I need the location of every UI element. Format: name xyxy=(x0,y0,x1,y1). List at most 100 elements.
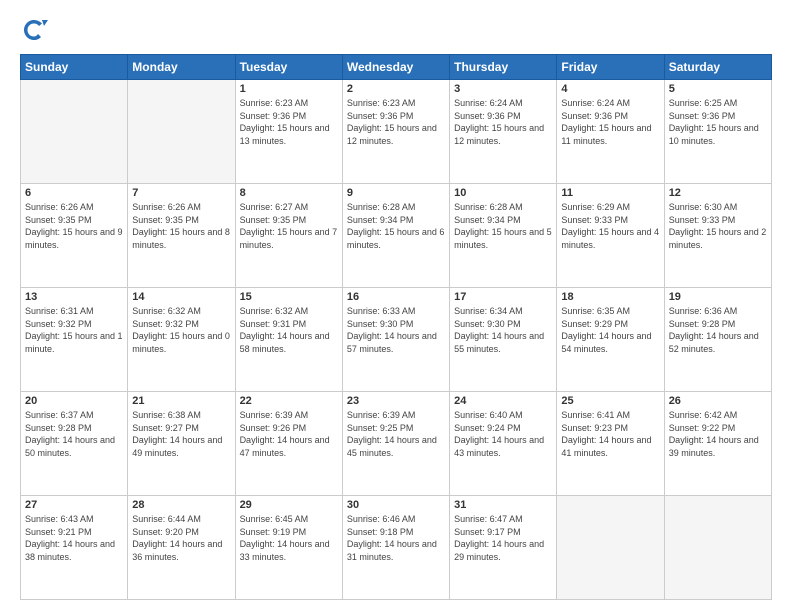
calendar-day-cell: 18 Sunrise: 6:35 AM Sunset: 9:29 PM Dayli… xyxy=(557,288,664,392)
calendar-day-cell: 23 Sunrise: 6:39 AM Sunset: 9:25 PM Dayli… xyxy=(342,392,449,496)
day-info: Sunrise: 6:36 AM Sunset: 9:28 PM Dayligh… xyxy=(669,305,767,355)
calendar-day-cell: 24 Sunrise: 6:40 AM Sunset: 9:24 PM Dayli… xyxy=(450,392,557,496)
calendar-day-cell xyxy=(664,496,771,600)
calendar-day-cell: 3 Sunrise: 6:24 AM Sunset: 9:36 PM Daylig… xyxy=(450,80,557,184)
day-number: 1 xyxy=(240,83,338,95)
day-number: 31 xyxy=(454,499,552,511)
calendar-day-cell: 2 Sunrise: 6:23 AM Sunset: 9:36 PM Daylig… xyxy=(342,80,449,184)
day-number: 22 xyxy=(240,395,338,407)
day-info: Sunrise: 6:37 AM Sunset: 9:28 PM Dayligh… xyxy=(25,409,123,459)
day-number: 24 xyxy=(454,395,552,407)
day-number: 13 xyxy=(25,291,123,303)
calendar-day-cell: 28 Sunrise: 6:44 AM Sunset: 9:20 PM Dayli… xyxy=(128,496,235,600)
day-of-week-header: Tuesday xyxy=(235,55,342,80)
logo xyxy=(20,16,52,44)
day-number: 19 xyxy=(669,291,767,303)
day-number: 28 xyxy=(132,499,230,511)
day-of-week-header: Sunday xyxy=(21,55,128,80)
day-number: 4 xyxy=(561,83,659,95)
day-info: Sunrise: 6:23 AM Sunset: 9:36 PM Dayligh… xyxy=(240,97,338,147)
calendar-day-cell: 29Sunrise: 6:45 AM Sunset: 9:19 PM Dayli… xyxy=(235,496,342,600)
day-of-week-header: Friday xyxy=(557,55,664,80)
day-info: Sunrise: 6:42 AM Sunset: 9:22 PM Dayligh… xyxy=(669,409,767,459)
calendar-week-row: 20 Sunrise: 6:37 AM Sunset: 9:28 PM Dayli… xyxy=(21,392,772,496)
day-info: Sunrise: 6:30 AM Sunset: 9:33 PM Dayligh… xyxy=(669,201,767,251)
day-number: 20 xyxy=(25,395,123,407)
day-info: Sunrise: 6:27 AM Sunset: 9:35 PM Dayligh… xyxy=(240,201,338,251)
day-info: Sunrise: 6:29 AM Sunset: 9:33 PM Dayligh… xyxy=(561,201,659,251)
day-number: 16 xyxy=(347,291,445,303)
day-number: 9 xyxy=(347,187,445,199)
day-number: 18 xyxy=(561,291,659,303)
day-info: Sunrise: 6:45 AM Sunset: 9:19 PM Dayligh… xyxy=(240,513,338,563)
calendar-week-row: 1 Sunrise: 6:23 AM Sunset: 9:36 PM Daylig… xyxy=(21,80,772,184)
calendar-day-cell: 1 Sunrise: 6:23 AM Sunset: 9:36 PM Daylig… xyxy=(235,80,342,184)
day-number: 25 xyxy=(561,395,659,407)
logo-icon xyxy=(20,16,48,44)
day-number: 8 xyxy=(240,187,338,199)
day-number: 3 xyxy=(454,83,552,95)
day-number: 12 xyxy=(669,187,767,199)
day-info: Sunrise: 6:28 AM Sunset: 9:34 PM Dayligh… xyxy=(347,201,445,251)
calendar-day-cell: 6 Sunrise: 6:26 AM Sunset: 9:35 PM Daylig… xyxy=(21,184,128,288)
calendar-day-cell xyxy=(557,496,664,600)
day-info: Sunrise: 6:38 AM Sunset: 9:27 PM Dayligh… xyxy=(132,409,230,459)
day-number: 21 xyxy=(132,395,230,407)
calendar-week-row: 13 Sunrise: 6:31 AM Sunset: 9:32 PM Dayli… xyxy=(21,288,772,392)
day-number: 14 xyxy=(132,291,230,303)
day-info: Sunrise: 6:26 AM Sunset: 9:35 PM Dayligh… xyxy=(25,201,123,251)
calendar-day-cell: 17 Sunrise: 6:34 AM Sunset: 9:30 PM Dayli… xyxy=(450,288,557,392)
day-number: 17 xyxy=(454,291,552,303)
calendar-day-cell: 31 Sunrise: 6:47 AM Sunset: 9:17 PM Dayli… xyxy=(450,496,557,600)
calendar-day-cell: 8 Sunrise: 6:27 AM Sunset: 9:35 PM Daylig… xyxy=(235,184,342,288)
day-info: Sunrise: 6:24 AM Sunset: 9:36 PM Dayligh… xyxy=(561,97,659,147)
day-of-week-header: Thursday xyxy=(450,55,557,80)
calendar-day-cell: 9 Sunrise: 6:28 AM Sunset: 9:34 PM Daylig… xyxy=(342,184,449,288)
day-of-week-header: Monday xyxy=(128,55,235,80)
day-of-week-header: Wednesday xyxy=(342,55,449,80)
day-info: Sunrise: 6:40 AM Sunset: 9:24 PM Dayligh… xyxy=(454,409,552,459)
day-info: Sunrise: 6:31 AM Sunset: 9:32 PM Dayligh… xyxy=(25,305,123,355)
day-number: 26 xyxy=(669,395,767,407)
calendar-day-cell: 22 Sunrise: 6:39 AM Sunset: 9:26 PM Dayli… xyxy=(235,392,342,496)
day-info: Sunrise: 6:47 AM Sunset: 9:17 PM Dayligh… xyxy=(454,513,552,563)
day-number: 15 xyxy=(240,291,338,303)
calendar-day-cell: 27Sunrise: 6:43 AM Sunset: 9:21 PM Dayli… xyxy=(21,496,128,600)
day-number: 10 xyxy=(454,187,552,199)
day-number: 27 xyxy=(25,499,123,511)
calendar-day-cell xyxy=(21,80,128,184)
day-info: Sunrise: 6:32 AM Sunset: 9:32 PM Dayligh… xyxy=(132,305,230,355)
day-info: Sunrise: 6:28 AM Sunset: 9:34 PM Dayligh… xyxy=(454,201,552,251)
day-number: 30 xyxy=(347,499,445,511)
day-info: Sunrise: 6:44 AM Sunset: 9:20 PM Dayligh… xyxy=(132,513,230,563)
day-number: 6 xyxy=(25,187,123,199)
day-info: Sunrise: 6:33 AM Sunset: 9:30 PM Dayligh… xyxy=(347,305,445,355)
day-info: Sunrise: 6:32 AM Sunset: 9:31 PM Dayligh… xyxy=(240,305,338,355)
calendar-day-cell: 26 Sunrise: 6:42 AM Sunset: 9:22 PM Dayli… xyxy=(664,392,771,496)
calendar-week-row: 27Sunrise: 6:43 AM Sunset: 9:21 PM Dayli… xyxy=(21,496,772,600)
calendar-day-cell: 16 Sunrise: 6:33 AM Sunset: 9:30 PM Dayli… xyxy=(342,288,449,392)
calendar-week-row: 6 Sunrise: 6:26 AM Sunset: 9:35 PM Daylig… xyxy=(21,184,772,288)
calendar-day-cell: 15 Sunrise: 6:32 AM Sunset: 9:31 PM Dayli… xyxy=(235,288,342,392)
day-info: Sunrise: 6:23 AM Sunset: 9:36 PM Dayligh… xyxy=(347,97,445,147)
day-info: Sunrise: 6:39 AM Sunset: 9:25 PM Dayligh… xyxy=(347,409,445,459)
calendar-day-cell: 5Sunrise: 6:25 AM Sunset: 9:36 PM Daylig… xyxy=(664,80,771,184)
calendar-day-cell: 12 Sunrise: 6:30 AM Sunset: 9:33 PM Dayli… xyxy=(664,184,771,288)
calendar-day-cell: 7Sunrise: 6:26 AM Sunset: 9:35 PM Daylig… xyxy=(128,184,235,288)
calendar-day-cell: 30 Sunrise: 6:46 AM Sunset: 9:18 PM Dayli… xyxy=(342,496,449,600)
calendar-header-row: SundayMondayTuesdayWednesdayThursdayFrid… xyxy=(21,55,772,80)
calendar-table: SundayMondayTuesdayWednesdayThursdayFrid… xyxy=(20,54,772,600)
header xyxy=(20,16,772,44)
day-info: Sunrise: 6:39 AM Sunset: 9:26 PM Dayligh… xyxy=(240,409,338,459)
calendar-day-cell: 19 Sunrise: 6:36 AM Sunset: 9:28 PM Dayli… xyxy=(664,288,771,392)
day-info: Sunrise: 6:46 AM Sunset: 9:18 PM Dayligh… xyxy=(347,513,445,563)
page: SundayMondayTuesdayWednesdayThursdayFrid… xyxy=(0,0,792,612)
calendar-day-cell xyxy=(128,80,235,184)
day-info: Sunrise: 6:35 AM Sunset: 9:29 PM Dayligh… xyxy=(561,305,659,355)
day-info: Sunrise: 6:24 AM Sunset: 9:36 PM Dayligh… xyxy=(454,97,552,147)
calendar-day-cell: 14 Sunrise: 6:32 AM Sunset: 9:32 PM Dayli… xyxy=(128,288,235,392)
day-info: Sunrise: 6:34 AM Sunset: 9:30 PM Dayligh… xyxy=(454,305,552,355)
day-number: 2 xyxy=(347,83,445,95)
day-number: 23 xyxy=(347,395,445,407)
calendar-day-cell: 11Sunrise: 6:29 AM Sunset: 9:33 PM Dayli… xyxy=(557,184,664,288)
